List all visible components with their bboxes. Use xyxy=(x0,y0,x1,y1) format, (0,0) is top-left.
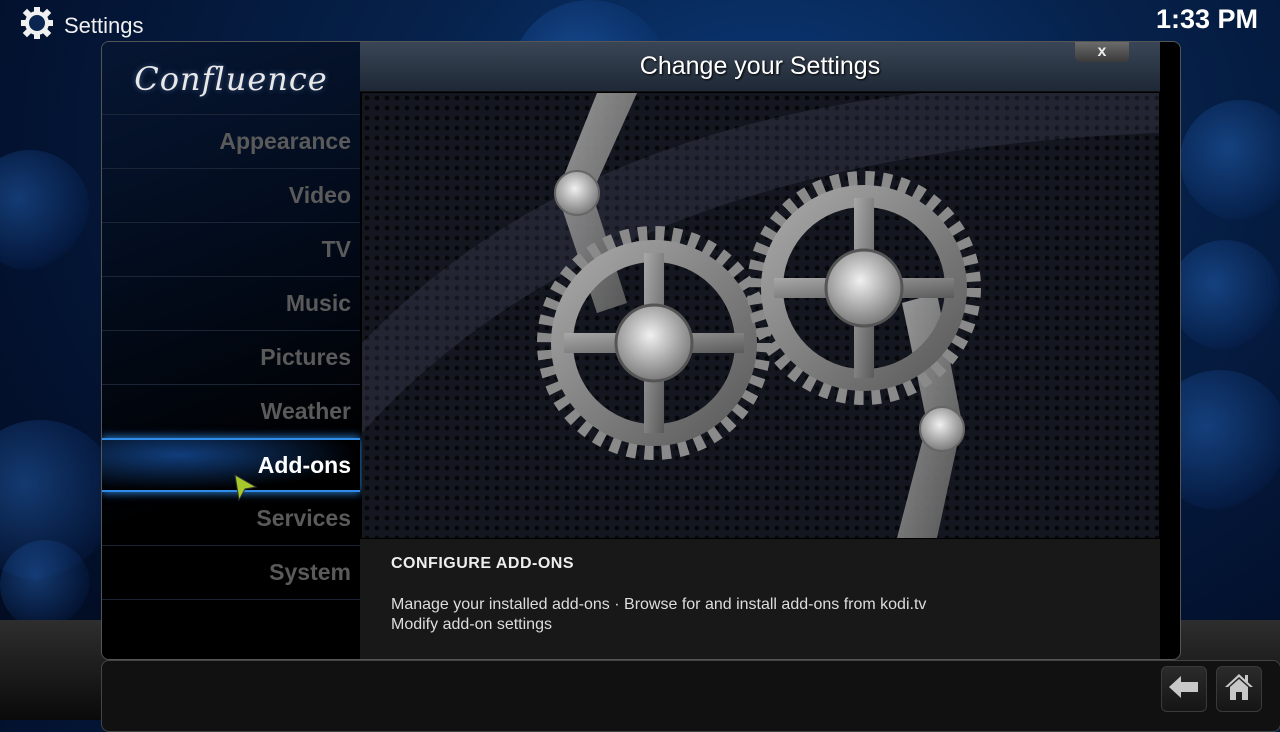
background-bubble xyxy=(1170,240,1280,350)
window-title: Settings xyxy=(20,6,144,46)
sidebar-item-label: Add-ons xyxy=(257,451,351,478)
home-icon xyxy=(1224,673,1254,706)
clock: 1:33 PM xyxy=(1155,4,1258,34)
gear-left xyxy=(537,226,771,460)
gear-icon xyxy=(20,6,54,46)
sidebar: Confluence Appearance Video TV Music Pic… xyxy=(102,42,360,659)
app-title: Settings xyxy=(64,13,144,38)
addons-illustration xyxy=(362,93,1159,538)
lower-panel xyxy=(101,660,1280,732)
gears-icon xyxy=(362,93,1159,538)
home-button[interactable] xyxy=(1216,666,1262,712)
settings-menu: Appearance Video TV Music Pictures Weath… xyxy=(102,114,360,600)
sidebar-item-services[interactable]: Services xyxy=(102,492,360,545)
sidebar-item-label: Video xyxy=(288,182,351,208)
back-button[interactable] xyxy=(1161,666,1207,712)
sidebar-item-label: Weather xyxy=(260,398,351,424)
settings-panel: Confluence Appearance Video TV Music Pic… xyxy=(101,41,1181,660)
description-line: Manage your installed add-ons · Browse f… xyxy=(391,596,927,613)
sidebar-item-label: Appearance xyxy=(219,128,351,154)
sidebar-item-weather[interactable]: Weather xyxy=(102,384,360,438)
description-title: CONFIGURE ADD-ONS xyxy=(391,555,575,572)
sidebar-item-tv[interactable]: TV xyxy=(102,222,360,276)
sidebar-item-pictures[interactable]: Pictures xyxy=(102,330,360,384)
sidebar-item-appearance[interactable]: Appearance xyxy=(102,114,360,168)
background-bubble xyxy=(0,150,90,270)
page-title: Change your Settings xyxy=(639,52,881,80)
sidebar-item-music[interactable]: Music xyxy=(102,276,360,330)
sidebar-item-video[interactable]: Video xyxy=(102,168,360,222)
sidebar-item-system[interactable]: System xyxy=(102,545,360,600)
panel-header: Change your Settings xyxy=(360,42,1160,92)
mouse-cursor xyxy=(234,474,258,507)
description-line: Modify add-on settings xyxy=(391,616,552,633)
confluence-logo: Confluence xyxy=(134,60,328,98)
sidebar-item-label: Pictures xyxy=(260,344,351,370)
sidebar-item-label: Music xyxy=(285,290,351,316)
sidebar-item-add-ons[interactable]: Add-ons xyxy=(102,438,360,492)
close-button[interactable]: x xyxy=(1075,42,1129,62)
sidebar-item-label: TV xyxy=(321,236,351,262)
sidebar-item-label: System xyxy=(269,559,351,585)
back-arrow-icon xyxy=(1169,675,1199,704)
background-bubble xyxy=(0,540,90,630)
sidebar-item-label: Services xyxy=(256,505,351,531)
description-panel: CONFIGURE ADD-ONS Manage your installed … xyxy=(360,539,1160,659)
background-bubble xyxy=(1180,100,1280,220)
